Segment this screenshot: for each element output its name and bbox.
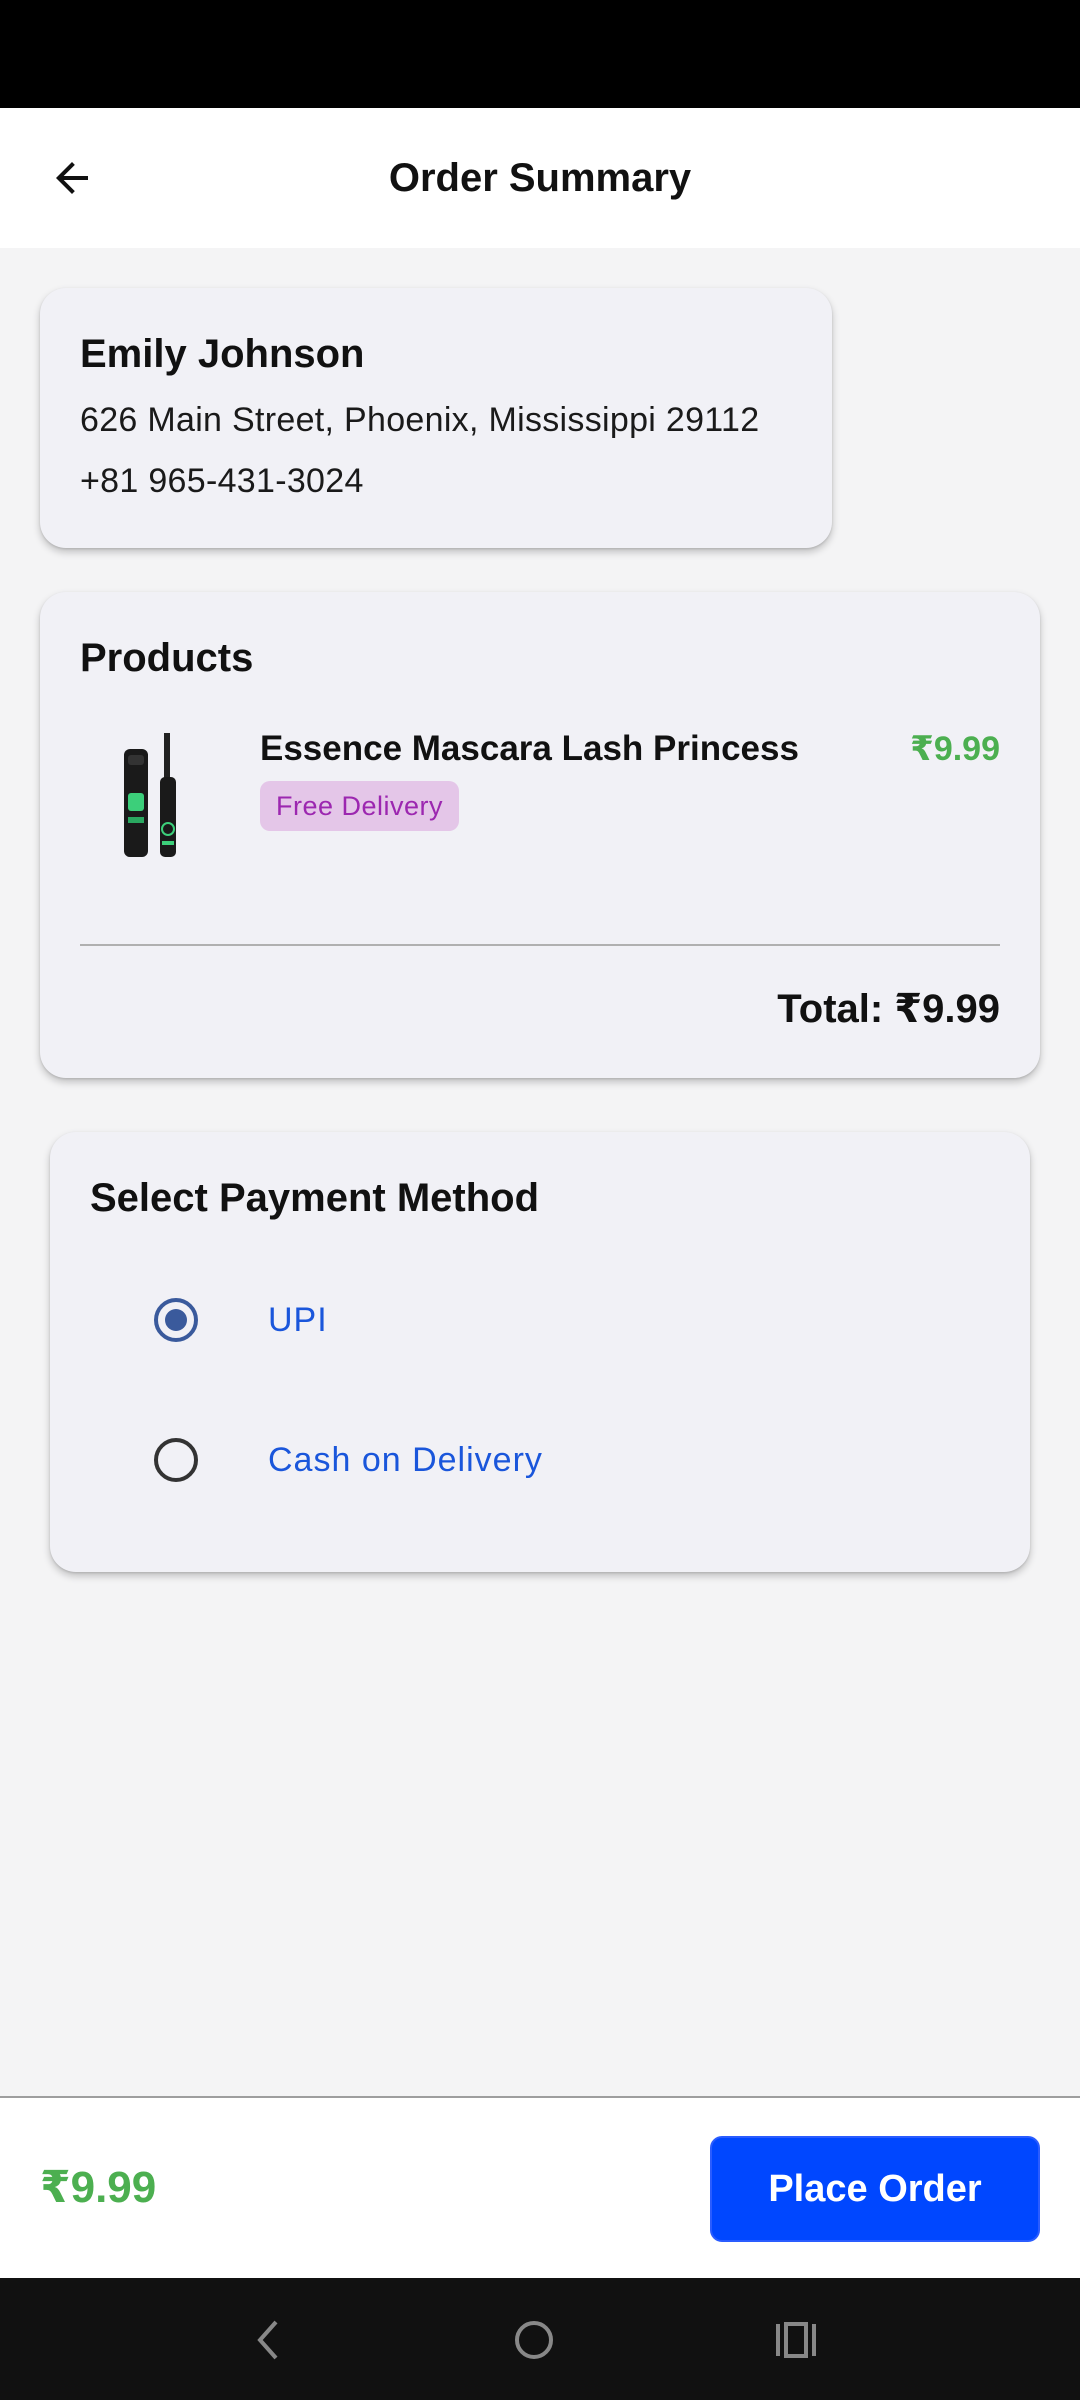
free-delivery-badge: Free Delivery	[260, 781, 460, 831]
payment-title: Select Payment Method	[90, 1176, 540, 1220]
bottom-total-price: ₹9.99	[40, 2163, 157, 2212]
product-row[interactable]: Essence Mascara Lash Princess ₹9.99 Free…	[80, 729, 1000, 869]
payment-option-upi[interactable]: UPI	[154, 1280, 328, 1360]
bottom-bar: ₹9.99 Place Order	[0, 2096, 1080, 2278]
divider	[80, 944, 1000, 946]
system-nav-bar	[0, 2278, 1080, 2400]
status-bar	[0, 0, 1080, 108]
payment-card: Select Payment Method UPI Cash on Delive…	[50, 1132, 1030, 1572]
page-title: Order Summary	[388, 155, 692, 200]
back-button[interactable]	[30, 136, 114, 220]
payment-option-label: UPI	[268, 1300, 328, 1339]
app-bar: Order Summary	[0, 108, 1080, 248]
radio-selected-icon[interactable]	[154, 1298, 198, 1342]
back-nav-icon[interactable]	[236, 2308, 300, 2372]
recents-nav-icon[interactable]	[764, 2308, 828, 2372]
products-title: Products	[80, 636, 254, 680]
phone-number: +81 965-431-3024	[80, 462, 364, 500]
products-card: Products Essence Mascara Lash Princess ₹…	[40, 592, 1040, 1078]
arrow-left-icon	[56, 162, 88, 194]
customer-name: Emily Johnson	[80, 332, 365, 376]
payment-option-cod[interactable]: Cash on Delivery	[154, 1420, 543, 1500]
radio-unselected-icon[interactable]	[154, 1438, 198, 1482]
product-price: ₹9.99	[910, 730, 1000, 768]
product-name: Essence Mascara Lash Princess	[260, 729, 799, 768]
home-nav-icon[interactable]	[502, 2308, 566, 2372]
place-order-button[interactable]: Place Order	[710, 2136, 1040, 2242]
address-line: 626 Main Street, Phoenix, Mississippi 29…	[80, 401, 760, 439]
payment-option-label: Cash on Delivery	[268, 1440, 543, 1479]
address-card: Emily Johnson 626 Main Street, Phoenix, …	[40, 288, 832, 548]
mascara-product-image	[104, 729, 224, 869]
order-total: Total: ₹9.99	[777, 987, 1000, 1031]
